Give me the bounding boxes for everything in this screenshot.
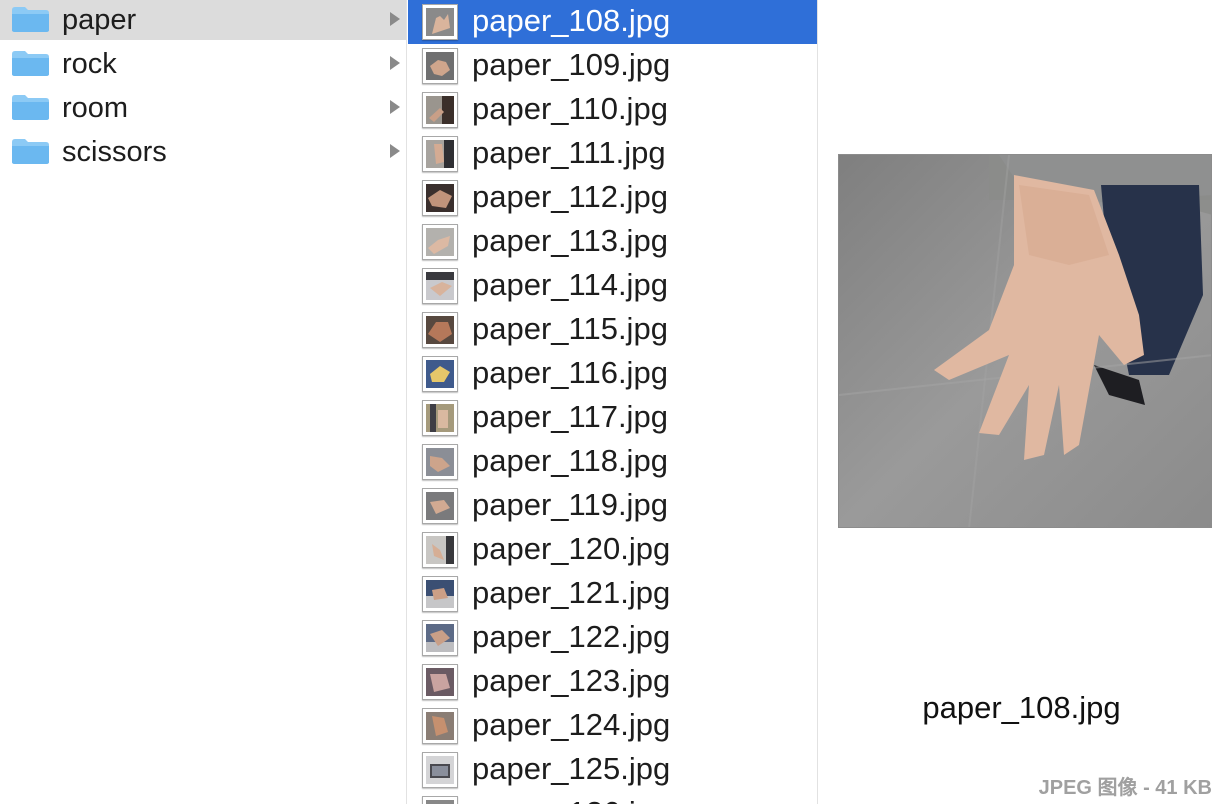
file-label: paper_117.jpg: [472, 399, 668, 434]
folder-label: scissors: [62, 136, 167, 168]
folder-icon: [12, 51, 49, 76]
image-thumbnail-icon: [422, 796, 458, 804]
image-thumbnail-icon: [422, 752, 458, 788]
image-thumbnail-icon: [422, 400, 458, 436]
file-label: paper_111.jpg: [472, 135, 666, 170]
image-thumbnail-icon: [422, 356, 458, 392]
folder-icon: [12, 95, 49, 120]
file-row[interactable]: paper_113.jpg: [408, 220, 817, 264]
folder-column: paper rock room scissors: [0, 0, 407, 804]
file-row[interactable]: paper_121.jpg: [408, 572, 817, 616]
folder-icon: [12, 7, 49, 32]
folder-label: rock: [62, 48, 117, 80]
folder-label: paper: [62, 4, 137, 36]
image-thumbnail-icon: [422, 312, 458, 348]
file-row[interactable]: paper_117.jpg: [408, 396, 817, 440]
image-thumbnail-icon: [422, 532, 458, 568]
file-label: paper_108.jpg: [472, 3, 671, 38]
file-row[interactable]: paper_116.jpg: [408, 352, 817, 396]
folder-row-rock[interactable]: rock: [0, 44, 406, 84]
file-row[interactable]: paper_122.jpg: [408, 616, 817, 660]
file-label: paper_109.jpg: [472, 47, 671, 82]
preview-column: paper_108.jpg JPEG 图像 - 41 KB: [819, 0, 1224, 804]
image-thumbnail-icon: [422, 620, 458, 656]
file-row[interactable]: paper_119.jpg: [408, 484, 817, 528]
chevron-right-icon: [390, 100, 400, 114]
file-row[interactable]: paper_114.jpg: [408, 264, 817, 308]
file-label: paper_112.jpg: [472, 179, 668, 214]
folder-row-scissors[interactable]: scissors: [0, 132, 406, 172]
file-label: paper_114.jpg: [472, 267, 668, 302]
file-row[interactable]: paper_120.jpg: [408, 528, 817, 572]
chevron-right-icon: [390, 144, 400, 158]
image-thumbnail-icon: [422, 224, 458, 260]
file-label: paper_125.jpg: [472, 751, 671, 786]
file-label: paper_119.jpg: [472, 487, 668, 522]
image-thumbnail-icon: [422, 444, 458, 480]
file-row[interactable]: paper_115.jpg: [408, 308, 817, 352]
image-thumbnail-icon: [422, 48, 458, 84]
file-label: paper_110.jpg: [472, 91, 668, 126]
file-row[interactable]: paper_109.jpg: [408, 44, 817, 88]
preview-file-info: JPEG 图像 - 41 KB: [1038, 777, 1212, 799]
file-row[interactable]: paper_108.jpg: [408, 0, 817, 44]
image-thumbnail-icon: [422, 136, 458, 172]
image-thumbnail-icon: [422, 708, 458, 744]
image-thumbnail-icon: [422, 180, 458, 216]
file-row[interactable]: paper_123.jpg: [408, 660, 817, 704]
image-thumbnail-icon: [422, 488, 458, 524]
folder-icon: [12, 139, 49, 164]
image-thumbnail-icon: [422, 576, 458, 612]
file-row[interactable]: paper_110.jpg: [408, 88, 817, 132]
file-row[interactable]: paper_111.jpg: [408, 132, 817, 176]
image-thumbnail-icon: [422, 4, 458, 40]
file-column: paper_108.jpg paper_109.jpg paper_110.jp…: [408, 0, 818, 804]
folder-row-paper[interactable]: paper: [0, 0, 406, 40]
image-thumbnail-icon: [422, 92, 458, 128]
chevron-right-icon: [390, 56, 400, 70]
file-label: paper_120.jpg: [472, 531, 671, 566]
file-row[interactable]: paper_112.jpg: [408, 176, 817, 220]
chevron-right-icon: [390, 12, 400, 26]
image-preview: [838, 154, 1212, 528]
column-browser: paper rock room scissors paper_108.jpg p…: [0, 0, 1224, 804]
file-label: paper_123.jpg: [472, 663, 671, 698]
file-label: paper_116.jpg: [472, 355, 668, 390]
folder-row-room[interactable]: room: [0, 88, 406, 128]
folder-label: room: [62, 92, 129, 124]
image-thumbnail-icon: [422, 268, 458, 304]
file-label: paper_113.jpg: [472, 223, 668, 258]
file-row[interactable]: paper_124.jpg: [408, 704, 817, 748]
file-label: paper_121.jpg: [472, 575, 671, 610]
file-label: paper_124.jpg: [472, 707, 671, 742]
hand-photo: [839, 155, 1211, 527]
file-label: paper_118.jpg: [472, 443, 668, 478]
file-row[interactable]: paper_125.jpg: [408, 748, 817, 792]
file-label: paper_115.jpg: [472, 311, 668, 346]
image-thumbnail-icon: [422, 664, 458, 700]
preview-filename: paper_108.jpg: [922, 690, 1121, 725]
file-label: paper_122.jpg: [472, 619, 671, 654]
file-row[interactable]: paper_118.jpg: [408, 440, 817, 484]
file-row[interactable]: paper_126.jpg: [408, 792, 817, 804]
file-label: paper_126.jpg: [472, 796, 670, 804]
